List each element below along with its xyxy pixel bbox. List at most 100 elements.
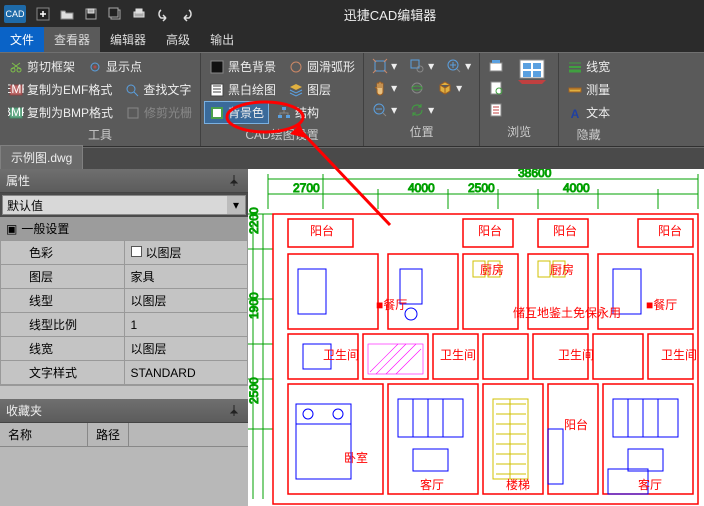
print-button[interactable] xyxy=(128,3,150,25)
ruler-icon xyxy=(567,82,583,98)
arc-icon xyxy=(288,59,304,75)
tab-output[interactable]: 输出 xyxy=(200,27,244,52)
prop-val[interactable]: 家具 xyxy=(124,265,248,289)
pan-button[interactable]: ▾ xyxy=(368,78,401,98)
structure-label: 结构 xyxy=(295,104,319,121)
browse-btn1[interactable] xyxy=(484,56,508,76)
black-bg-button[interactable]: 黑色背景 xyxy=(205,56,280,77)
property-combo[interactable]: ▾ xyxy=(2,195,246,215)
svg-text:4000: 4000 xyxy=(563,181,590,195)
prop-val[interactable]: 以图层 xyxy=(124,289,248,313)
zoom-extent-button[interactable]: ▾ xyxy=(368,56,401,76)
prop-val[interactable]: 1 xyxy=(124,313,248,337)
hide-text-button[interactable]: A文本 xyxy=(563,102,614,123)
copy-emf-label: 复制为EMF格式 xyxy=(27,81,112,98)
zoom-in-button[interactable]: ▾ xyxy=(442,56,475,76)
prop-row: 线宽以图层 xyxy=(1,337,248,361)
smooth-arc-button[interactable]: 圆滑弧形 xyxy=(284,56,359,77)
cube-icon xyxy=(437,80,453,96)
doc-tab-example[interactable]: 示例图.dwg xyxy=(0,145,83,169)
chevron-down-icon[interactable]: ▾ xyxy=(227,196,245,214)
hide-text-label: 文本 xyxy=(586,104,610,121)
title-bar: CAD 迅捷CAD编辑器 xyxy=(0,0,704,28)
black-bg-label: 黑色背景 xyxy=(228,58,276,75)
search-text-button[interactable]: 查找文字 xyxy=(120,79,195,100)
document-tabs: 示例图.dwg xyxy=(0,147,704,169)
chevron-down-icon: ▾ xyxy=(428,59,434,73)
prop-val[interactable]: 以图层 xyxy=(124,241,248,265)
hide-measure-button[interactable]: 测量 xyxy=(563,79,614,100)
fav-panel: 名称 路径 xyxy=(0,423,248,506)
thumbnail-browse[interactable] xyxy=(510,56,554,120)
zoom-out-button[interactable]: ▾ xyxy=(368,100,401,120)
properties-title: 属性 xyxy=(6,172,30,189)
prop-key: 线型 xyxy=(1,289,125,313)
black-bg-icon xyxy=(209,59,225,75)
property-combo-input[interactable] xyxy=(3,196,227,214)
show-point-button[interactable]: 显示点 xyxy=(83,56,146,77)
undo-button[interactable] xyxy=(152,3,174,25)
browse-btn2[interactable] xyxy=(484,78,508,98)
chevron-down-icon: ▾ xyxy=(428,103,434,117)
browse-btn3[interactable] xyxy=(484,100,508,120)
bmp-icon: BMP xyxy=(8,105,24,121)
prop-val[interactable]: 以图层 xyxy=(124,337,248,361)
chevron-down-icon: ▾ xyxy=(391,81,397,95)
svg-text:2500: 2500 xyxy=(468,181,495,195)
layer-button[interactable]: 图层 xyxy=(284,79,335,100)
pin-icon[interactable] xyxy=(228,174,242,188)
drawing-canvas[interactable]: 2700 38600 4000 2500 4000 2200 1900 2500 xyxy=(248,169,704,506)
fav-col-name[interactable]: 名称 xyxy=(0,423,88,446)
hide-group-label: 隐藏 xyxy=(563,123,614,145)
pin-icon[interactable] xyxy=(228,404,242,418)
ribbon-group-browse: 浏览 xyxy=(480,53,559,146)
collapse-icon[interactable]: ▣ xyxy=(6,222,17,236)
fav-col-path[interactable]: 路径 xyxy=(88,423,129,446)
properties-header: 属性 xyxy=(0,169,248,193)
doc2-icon xyxy=(488,102,504,118)
ribbon-tabs: 文件 查看器 编辑器 高级 输出 xyxy=(0,28,704,52)
svg-text:楼梯: 楼梯 xyxy=(506,477,530,492)
tab-advanced[interactable]: 高级 xyxy=(156,27,200,52)
bg-color-button[interactable]: 背景色 xyxy=(205,102,268,123)
svg-text:卫生间: 卫生间 xyxy=(323,348,359,362)
prop-key: 文字样式 xyxy=(1,361,125,385)
tab-editor[interactable]: 编辑器 xyxy=(100,27,156,52)
redo-button[interactable] xyxy=(176,3,198,25)
prop-row: 线型比例1 xyxy=(1,313,248,337)
copy-bmp-button[interactable]: BMP复制为BMP格式 xyxy=(4,102,117,123)
app-logo: CAD xyxy=(4,5,26,23)
bg-color-label: 背景色 xyxy=(228,104,264,121)
lw-icon xyxy=(567,59,583,75)
refresh-button[interactable]: ▾ xyxy=(405,100,438,120)
ribbon: 剪切框架 显示点 EMF复制为EMF格式 查找文字 BMP复制为BMP格式 修剪… xyxy=(0,52,704,147)
fav-title: 收藏夹 xyxy=(6,402,42,419)
hide-measure-label: 测量 xyxy=(586,81,610,98)
prop-val[interactable]: STANDARD xyxy=(124,361,248,385)
zoom-in-icon xyxy=(446,58,462,74)
clip-frame-label: 剪切框架 xyxy=(27,58,75,75)
svg-text:EMF: EMF xyxy=(8,82,24,96)
browse-group-label: 浏览 xyxy=(484,120,554,142)
structure-button[interactable]: 结构 xyxy=(272,102,323,123)
save-all-button[interactable] xyxy=(104,3,126,25)
views-button[interactable]: ▾ xyxy=(433,78,466,98)
tools-group-label: 工具 xyxy=(4,123,196,145)
prop-section-label: 一般设置 xyxy=(21,220,69,237)
save-button[interactable] xyxy=(80,3,102,25)
zoom-window-button[interactable]: ▾ xyxy=(405,56,438,76)
show-point-label: 显示点 xyxy=(106,58,142,75)
orbit-button[interactable] xyxy=(405,78,429,98)
hide-linewidth-button[interactable]: 线宽 xyxy=(563,56,614,77)
new-file-button[interactable] xyxy=(32,3,54,25)
position-group-label: 位置 xyxy=(368,120,475,142)
svg-text:客厅: 客厅 xyxy=(420,477,444,492)
clip-frame-button[interactable]: 剪切框架 xyxy=(4,56,79,77)
copy-emf-button[interactable]: EMF复制为EMF格式 xyxy=(4,79,116,100)
ribbon-group-tools: 剪切框架 显示点 EMF复制为EMF格式 查找文字 BMP复制为BMP格式 修剪… xyxy=(0,53,201,146)
tab-file[interactable]: 文件 xyxy=(0,27,44,52)
open-file-button[interactable] xyxy=(56,3,78,25)
tab-viewer[interactable]: 查看器 xyxy=(44,27,100,52)
hand-icon xyxy=(372,80,388,96)
bw-draw-button[interactable]: 黑白绘图 xyxy=(205,79,280,100)
